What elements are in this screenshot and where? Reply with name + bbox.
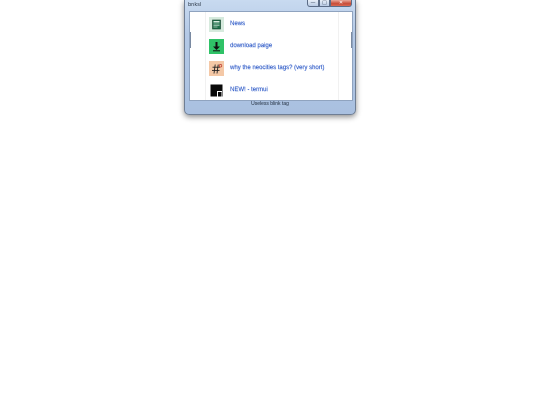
link-item-termui[interactable]: NEW! - termui — [209, 83, 337, 98]
title-bar[interactable]: bnksl — □ ✕ — [185, 0, 355, 10]
minimize-button[interactable]: — — [307, 0, 319, 7]
download-arrow-icon — [209, 39, 224, 54]
maximize-button[interactable]: □ — [319, 0, 330, 7]
hashtag-icon — [209, 61, 224, 76]
blink-tag-text: Useless blink tag — [251, 101, 289, 107]
right-edge-handle — [351, 32, 352, 48]
app-window: bnksl — □ ✕ News download paige why the … — [184, 0, 356, 115]
link-item-download[interactable]: download paige — [209, 39, 337, 54]
newspaper-icon — [209, 17, 224, 32]
link-label-tags[interactable]: why the neocities tags? (very short) — [230, 65, 324, 71]
link-label-news[interactable]: News — [230, 21, 245, 27]
link-item-news[interactable]: News — [209, 17, 337, 32]
left-edge-handle — [190, 32, 191, 48]
window-title: bnksl — [188, 2, 202, 8]
link-label-termui[interactable]: NEW! - termui — [230, 87, 268, 93]
links-panel: News download paige why the neocities ta… — [205, 12, 339, 100]
close-button[interactable]: ✕ — [330, 0, 352, 7]
window-content: News download paige why the neocities ta… — [189, 11, 353, 101]
terminal-window-icon — [209, 83, 224, 98]
link-item-tags[interactable]: why the neocities tags? (very short) — [209, 61, 337, 76]
link-label-download[interactable]: download paige — [230, 43, 272, 49]
